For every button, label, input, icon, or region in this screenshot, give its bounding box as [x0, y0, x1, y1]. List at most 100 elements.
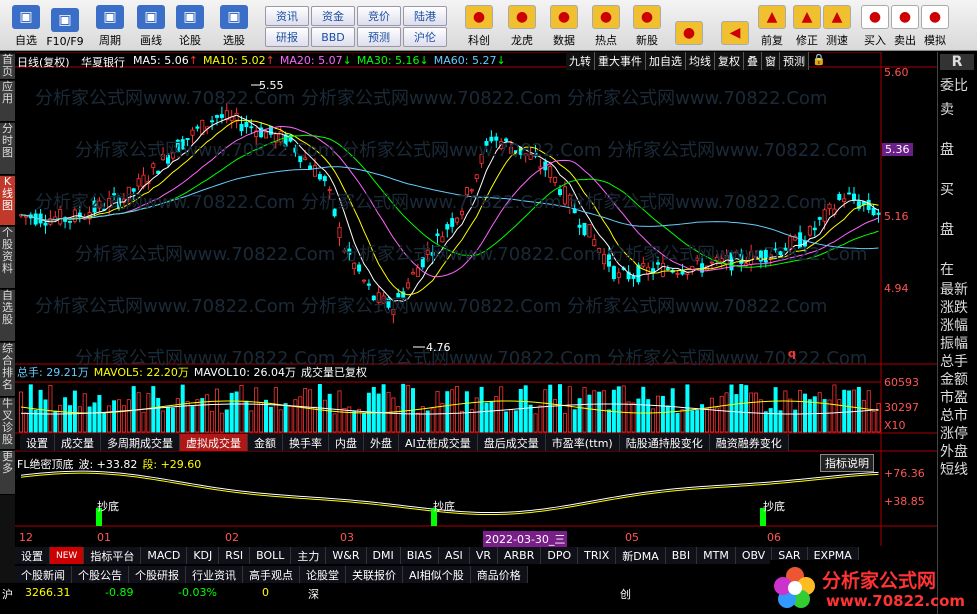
header-button-6[interactable]: 窗 [762, 52, 780, 70]
volume-bar [523, 385, 528, 433]
quick-button[interactable]: 研报 [265, 27, 309, 47]
ind_tabs-tab-9[interactable]: DMI [366, 547, 401, 564]
quick-button[interactable]: 资金 [311, 6, 355, 26]
volume-bar [592, 390, 597, 433]
news_tabs-tab-7[interactable]: AI相似个股 [403, 566, 471, 583]
ind_tabs-tab-1[interactable]: NEW [50, 547, 85, 564]
toolbar-back-arrow-button[interactable]: ◀ [718, 0, 752, 51]
ind_tabs-tab-7[interactable]: 主力 [291, 547, 327, 564]
volume-bar [548, 384, 553, 433]
vol_tabs-tab-2[interactable]: 多周期成交量 [101, 434, 180, 451]
header-button-5[interactable]: 叠 [744, 52, 762, 70]
toolbar-adjust-button[interactable]: ▲ 修正 [790, 0, 824, 51]
vol_tabs-tab-3[interactable]: 虚拟成交量 [180, 434, 248, 451]
toolbar-pencil-button[interactable]: ▣ 画线 [131, 0, 171, 51]
news_tabs-tab-4[interactable]: 高手观点 [243, 566, 300, 583]
quick-button[interactable]: 资讯 [265, 6, 309, 26]
vol_tabs-tab-0[interactable]: 设置 [20, 434, 55, 451]
quick-button[interactable]: 陆港 [403, 6, 447, 26]
news_tabs-tab-1[interactable]: 个股公告 [72, 566, 129, 583]
ind_tabs-tab-19[interactable]: OBV [735, 547, 773, 564]
left-tab-6[interactable]: 综合排名 [0, 343, 15, 397]
header-button-4[interactable]: 复权 [715, 52, 744, 70]
lock-icon[interactable]: 🔒 [809, 52, 829, 70]
toolbar-select-stock-button[interactable]: ▣ 选股 [214, 0, 254, 51]
ind_tabs-tab-3[interactable]: MACD [141, 547, 188, 564]
header-button-2[interactable]: 加自选 [646, 52, 686, 70]
candle-body [685, 272, 690, 275]
vol_tabs-tab-4[interactable]: 金额 [248, 434, 283, 451]
header-button-0[interactable]: 九转 [566, 52, 595, 70]
news_tabs-tab-2[interactable]: 个股研报 [129, 566, 186, 583]
vol_tabs-tab-10[interactable]: 市盈率(ttm) [545, 434, 620, 451]
ind_tabs-tab-18[interactable]: MTM [697, 547, 736, 564]
toolbar-grid-button[interactable]: ● [672, 0, 706, 51]
left-tab-2[interactable]: 分时图 [0, 123, 15, 175]
candle-body [847, 192, 852, 195]
ind_tabs-tab-4[interactable]: KDJ [187, 547, 220, 564]
toolbar-buy-button[interactable]: ● 买入 [858, 0, 892, 51]
toolbar-dragon-button[interactable]: ● 龙虎 [505, 0, 539, 51]
vol_tabs-tab-12[interactable]: 融资融券变化 [709, 434, 789, 451]
vol_tabs-tab-6[interactable]: 内盘 [329, 434, 364, 451]
ma-2-label: MA20: 5.07↓ [280, 54, 352, 67]
quick-button[interactable]: 竞价 [357, 6, 401, 26]
toolbar-discuss-button[interactable]: ▣ 论股 [170, 0, 210, 51]
volume-bar [474, 397, 479, 433]
ind_tabs-tab-5[interactable]: RSI [219, 547, 251, 564]
left-tab-1[interactable]: 应用 [0, 81, 15, 122]
toolbar-sell-button[interactable]: ● 卖出 [888, 0, 922, 51]
header-button-1[interactable]: 重大事件 [595, 52, 646, 70]
ind_tabs-tab-10[interactable]: BIAS [400, 547, 440, 564]
vol_tabs-tab-9[interactable]: 盘后成交量 [477, 434, 546, 451]
left-tab-5[interactable]: 自选股 [0, 290, 15, 342]
left-tab-8[interactable]: 更多 [0, 451, 15, 495]
left-tab-0[interactable]: 首页 [0, 54, 15, 80]
quick-button[interactable]: 预测 [357, 27, 401, 47]
news_tabs-tab-5[interactable]: 论股堂 [300, 566, 346, 583]
vol_tabs-tab-8[interactable]: AI立桩成交量 [399, 434, 478, 451]
toolbar-star-button[interactable]: ▣ 自选 [6, 0, 46, 51]
vol_tabs-tab-11[interactable]: 陆股通持股变化 [619, 434, 710, 451]
ind_tabs-tab-2[interactable]: 指标平台 [84, 547, 142, 564]
news_tabs-tab-3[interactable]: 行业资讯 [186, 566, 243, 583]
toolbar-up-button[interactable]: ▲ 前复 [755, 0, 789, 51]
header-button-3[interactable]: 均线 [686, 52, 715, 70]
ind_tabs-tab-16[interactable]: 新DMA [616, 547, 666, 564]
vol_tabs-tab-7[interactable]: 外盘 [364, 434, 399, 451]
toolbar-pe-button[interactable]: ● 数据 [547, 0, 581, 51]
vol_tabs-tab-5[interactable]: 换手率 [283, 434, 329, 451]
toolbar-speed-button[interactable]: ▲ 测速 [820, 0, 854, 51]
left-tab-4[interactable]: 个股资料 [0, 227, 15, 289]
ind_tabs-tab-17[interactable]: BBI [665, 547, 698, 564]
volume-bar [298, 396, 303, 433]
news_tabs-tab-8[interactable]: 商品价格 [470, 566, 528, 583]
header-button-7[interactable]: 预测 [780, 52, 809, 70]
ind_tabs-tab-8[interactable]: W&R [326, 547, 367, 564]
vol_tabs-tab-1[interactable]: 成交量 [55, 434, 101, 451]
ind_tabs-tab-0[interactable]: 设置 [15, 547, 50, 564]
ind_tabs-tab-15[interactable]: TRIX [578, 547, 617, 564]
toolbar-clock-button[interactable]: ▣ 周期 [90, 0, 130, 51]
quick-button[interactable]: 沪伦 [403, 27, 447, 47]
quick-button[interactable]: BBD [311, 27, 355, 47]
left-tab-3[interactable]: K线图 [0, 176, 15, 226]
volume-bar [822, 399, 827, 433]
ind_tabs-tab-6[interactable]: BOLL [250, 547, 292, 564]
ind_tabs-tab-14[interactable]: DPO [541, 547, 579, 564]
toolbar-hammer-button[interactable]: ● 模拟 [918, 0, 952, 51]
toolbar-f10-button[interactable]: ▣ F10/F9 [45, 0, 85, 51]
kline-chart-area[interactable]: 分析家公式网www.70822.Com 分析家公式网www.70822.Com … [15, 51, 937, 547]
indicator-help-button[interactable]: 指标说明 [820, 454, 874, 472]
volume-bar [455, 386, 460, 433]
candle-body [660, 262, 665, 277]
news_tabs-tab-6[interactable]: 关联报价 [346, 566, 403, 583]
left-tab-7[interactable]: 牛叉诊股 [0, 398, 15, 450]
toolbar-hot-button[interactable]: ● 热点 [589, 0, 623, 51]
toolbar-star-market-button[interactable]: ● 科创 [462, 0, 496, 51]
ind_tabs-tab-13[interactable]: ARBR [497, 547, 542, 564]
toolbar-new-stock-button[interactable]: ● 新股 [630, 0, 664, 51]
news_tabs-tab-0[interactable]: 个股新闻 [15, 566, 72, 583]
ind_tabs-tab-11[interactable]: ASI [439, 547, 470, 564]
ind_tabs-tab-12[interactable]: VR [469, 547, 498, 564]
